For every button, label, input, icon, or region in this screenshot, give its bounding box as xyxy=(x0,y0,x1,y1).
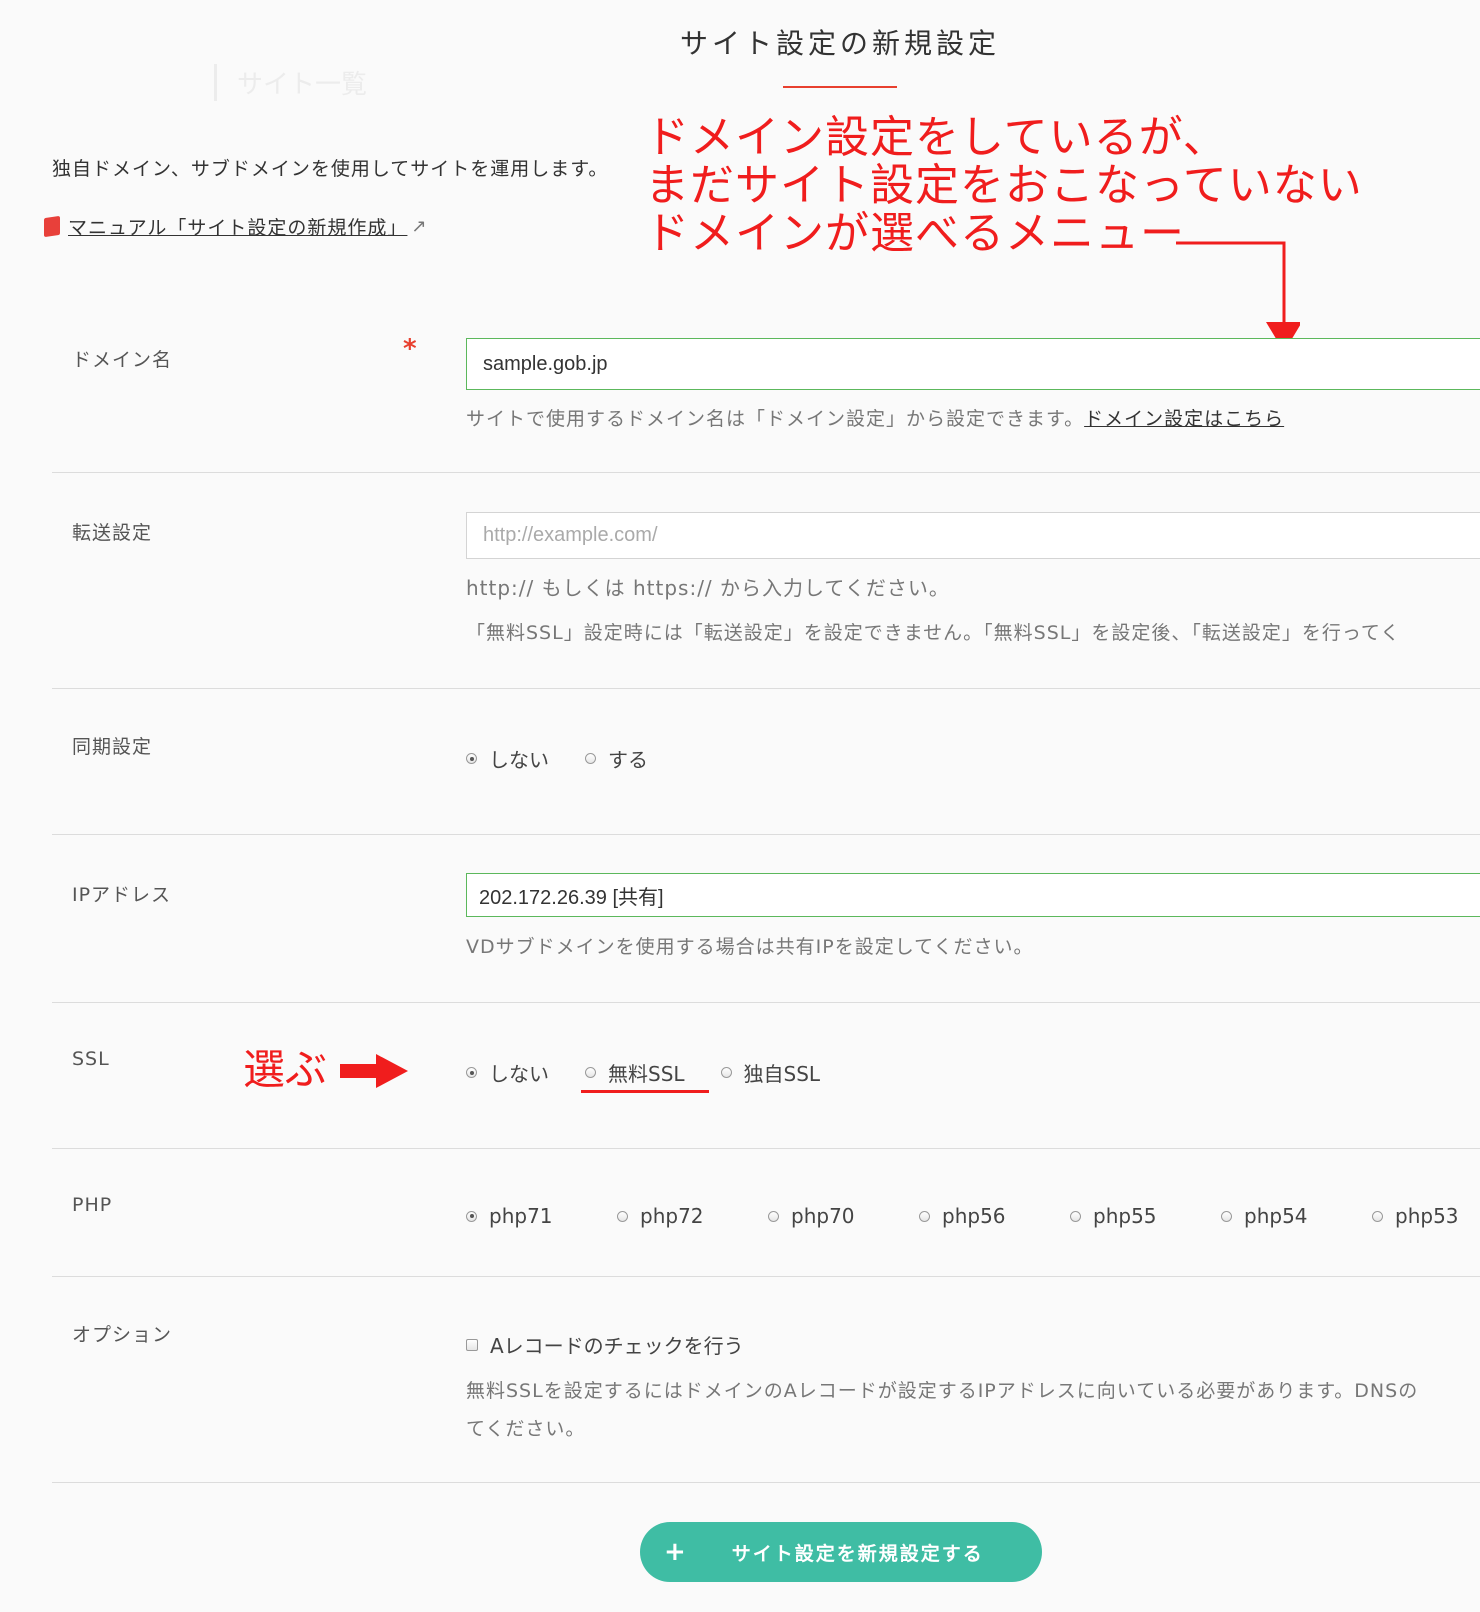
php-radio-group: php71 php72 php70 php56 php55 php54 php5… xyxy=(466,1204,1459,1228)
radio-dot xyxy=(1070,1210,1081,1222)
sync-label: 同期設定 xyxy=(72,736,153,758)
divider xyxy=(52,1482,1480,1483)
manual-link[interactable]: マニュアル「サイト設定の新規作成」 xyxy=(68,213,407,240)
intro-text: 独自ドメイン、サブドメインを使用してサイトを運用します。 xyxy=(52,158,609,180)
php-radio-56[interactable]: php56 xyxy=(919,1204,1070,1228)
redirect-label: 転送設定 xyxy=(72,522,153,544)
ssl-radio-custom[interactable]: 独自SSL xyxy=(720,1058,820,1087)
sync-radio-group: しない する xyxy=(466,744,648,773)
radio-dot xyxy=(1221,1210,1232,1222)
php-radio-53[interactable]: php53 xyxy=(1372,1204,1459,1228)
plus-icon: + xyxy=(664,1537,688,1567)
create-site-button[interactable]: + サイト設定を新規設定する xyxy=(640,1522,1042,1582)
external-link-icon: ↗ xyxy=(411,216,428,237)
select-annotation: 選ぶ xyxy=(243,1045,328,1094)
radio-dot xyxy=(466,1067,477,1078)
a-record-checkbox-label: Aレコードのチェックを行う xyxy=(490,1334,744,1358)
ssl-radio-none[interactable]: しない xyxy=(466,1058,549,1087)
ssl-radio-group: しない 無料SSL 独自SSL xyxy=(466,1058,820,1087)
redirect-help-1: http:// もしくは https:// から入力してください。 xyxy=(466,576,950,600)
php-radio-71[interactable]: php71 xyxy=(466,1204,617,1228)
php-label: PHP xyxy=(72,1194,113,1216)
divider xyxy=(52,834,1480,835)
ip-select[interactable]: 202.172.26.39 [共有] xyxy=(466,873,1480,917)
manual-link-row[interactable]: マニュアル「サイト設定の新規作成」 ↗ xyxy=(44,213,428,240)
divider xyxy=(52,1002,1480,1003)
radio-dot xyxy=(919,1210,930,1222)
ip-help: VDサブドメインを使用する場合は共有IPを設定してください。 xyxy=(466,936,1034,958)
redirect-help-2: 「無料SSL」設定時には「転送設定」を設定できません。「無料SSL」を設定後、「… xyxy=(466,622,1401,644)
option-help-1: 無料SSLを設定するにはドメインのAレコードが設定するIPアドレスに向いている必… xyxy=(466,1380,1419,1402)
ssl-highlight-underline xyxy=(581,1090,709,1093)
sync-radio-on[interactable]: する xyxy=(585,744,648,773)
sync-radio-off[interactable]: しない xyxy=(466,744,549,773)
domain-select-value: sample.gob.jp xyxy=(483,352,608,375)
radio-dot xyxy=(585,1067,596,1078)
redirect-url-placeholder: http://example.com/ xyxy=(483,524,658,546)
radio-dot xyxy=(768,1210,779,1222)
book-icon xyxy=(44,215,60,238)
php-radio-72[interactable]: php72 xyxy=(617,1204,768,1228)
divider xyxy=(52,688,1480,689)
domain-label: ドメイン名 xyxy=(72,349,173,371)
domain-settings-link[interactable]: ドメイン設定はこちら xyxy=(1084,408,1284,430)
required-asterisk: * xyxy=(403,334,417,364)
divider xyxy=(52,472,1480,473)
radio-dot xyxy=(720,1067,732,1078)
a-record-check-option[interactable]: Aレコードのチェックを行う xyxy=(466,1330,744,1359)
radio-dot xyxy=(466,753,477,764)
ghost-heading: サイト一覧 xyxy=(214,64,367,101)
a-record-checkbox[interactable] xyxy=(466,1338,478,1351)
callout-line-2: まだサイト設定をおこなっていない xyxy=(645,160,1363,211)
ssl-label: SSL xyxy=(72,1048,110,1070)
domain-select[interactable]: sample.gob.jp xyxy=(466,338,1480,390)
radio-dot xyxy=(466,1210,477,1222)
php-radio-54[interactable]: php54 xyxy=(1221,1204,1372,1228)
create-site-button-label: サイト設定を新規設定する xyxy=(731,1542,984,1565)
radio-dot xyxy=(585,753,596,764)
right-arrow-icon xyxy=(340,1054,408,1088)
option-label: オプション xyxy=(72,1324,173,1346)
radio-dot xyxy=(617,1210,628,1222)
redirect-url-input[interactable]: http://example.com/ xyxy=(466,512,1480,559)
php-radio-70[interactable]: php70 xyxy=(768,1204,919,1228)
option-help-2: てください。 xyxy=(466,1418,586,1440)
php-radio-55[interactable]: php55 xyxy=(1070,1204,1221,1228)
callout-line-1: ドメイン設定をしているが、 xyxy=(645,112,1228,163)
title-underline xyxy=(783,86,897,88)
divider xyxy=(52,1276,1480,1277)
page-title: サイト設定の新規設定 xyxy=(679,27,1000,60)
divider xyxy=(52,1148,1480,1149)
domain-help: サイトで使用するドメイン名は「ドメイン設定」から設定できます。ドメイン設定はこち… xyxy=(466,408,1285,430)
ip-label: IPアドレス xyxy=(72,884,172,906)
radio-dot xyxy=(1372,1210,1383,1222)
ssl-radio-free[interactable]: 無料SSL xyxy=(585,1058,685,1087)
ip-select-value: 202.172.26.39 [共有] xyxy=(479,886,664,909)
